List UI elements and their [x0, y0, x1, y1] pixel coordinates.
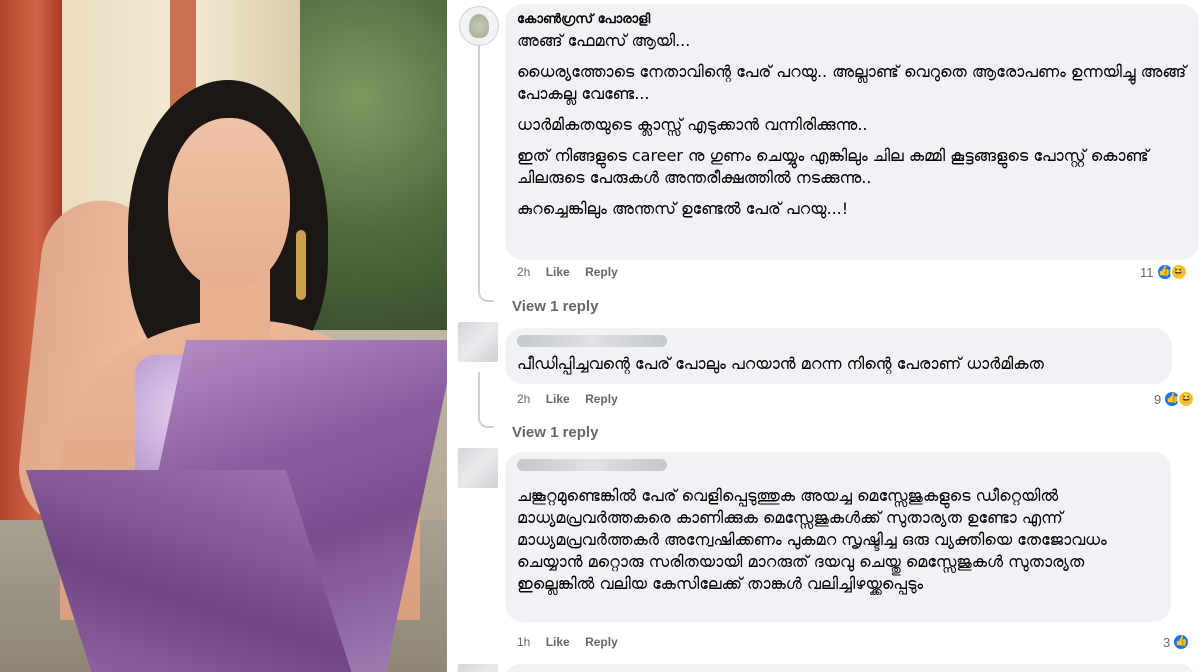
- comment-author-redacted: [517, 459, 667, 471]
- thumbs-up-icon: 👍: [1172, 633, 1191, 651]
- commenter-avatar[interactable]: [458, 322, 498, 362]
- like-button[interactable]: Like: [546, 392, 570, 406]
- reaction-count: 11: [1140, 264, 1154, 280]
- comment-paragraph: ഇത് നിങ്ങളുടെ career നു ഗുണം ചെയ്യും എങ്…: [517, 146, 1149, 187]
- comment-bubble: കോൺഗ്രസ് പോരാളി അങ്ങ് ഫേമസ് ആയി... ധൈര്യ…: [505, 4, 1199, 260]
- comment-bubble: ചങ്കൂറ്റമുണ്ടെങ്കിൽ പേര് വെളിപ്പെടുത്തുക…: [505, 452, 1171, 622]
- post-photo[interactable]: [0, 0, 447, 672]
- comment-meta: 2h Like Reply: [517, 392, 630, 406]
- reply-connector-2: [478, 414, 494, 428]
- comment-paragraph: പീഡിപ്പിച്ചവന്റെ പേര് പോലും പറയാൻ മറന്ന …: [517, 354, 1044, 373]
- laughing-face-icon: 😆: [1169, 263, 1188, 281]
- like-button[interactable]: Like: [546, 635, 570, 649]
- comment-paragraph: കുറച്ചെങ്കിലും അന്തസ് ഉണ്ടേൽ പേര് പറയു..…: [517, 199, 849, 218]
- comment-meta: 2h Like Reply: [517, 265, 630, 279]
- comment-paragraph: അങ്ങ് ഫേമസ് ആയി...: [517, 31, 691, 50]
- comment-text: പീഡിപ്പിച്ചവന്റെ പേര് പോലും പറയാൻ മറന്ന …: [517, 353, 1160, 375]
- comment-paragraph: ധാർമികതയുടെ ക്ലാസ്സ് എടുക്കാൻ വന്നിരിക്ക…: [517, 115, 868, 134]
- reaction-count: 3: [1163, 634, 1171, 650]
- comment-paragraph: ചങ്കൂറ്റമുണ്ടെങ്കിൽ പേര് വെളിപ്പെടുത്തുക…: [517, 486, 1107, 593]
- comment-meta: 1h Like Reply: [517, 635, 630, 649]
- view-replies-link[interactable]: View 1 reply: [512, 298, 598, 315]
- reply-button[interactable]: Reply: [585, 392, 618, 406]
- reply-button[interactable]: Reply: [585, 265, 618, 279]
- reply-button[interactable]: Reply: [585, 635, 618, 649]
- comment-author-redacted: [517, 335, 667, 347]
- comment-text: ചങ്കൂറ്റമുണ്ടെങ്കിൽ പേര് വെളിപ്പെടുത്തുക…: [517, 485, 1157, 595]
- reaction-count: 9: [1154, 391, 1162, 407]
- comment-text: അങ്ങ് ഫേമസ് ആയി... ധൈര്യത്തോടെ നേതാവിന്റ…: [517, 30, 1187, 220]
- laughing-face-icon: 😆: [1177, 390, 1196, 408]
- photo-earring: [296, 230, 306, 300]
- comment-bubble: പീഡിപ്പിച്ചവന്റെ പേര് പോലും പറയാൻ മറന്ന …: [505, 328, 1172, 384]
- commenter-avatar-partial[interactable]: [458, 664, 498, 672]
- reply-connector-1: [478, 288, 494, 302]
- reaction-summary[interactable]: 9 👍 😆: [1154, 390, 1196, 408]
- reaction-summary[interactable]: 11 👍 😆: [1140, 263, 1188, 281]
- comment-paragraph: ധൈര്യത്തോടെ നേതാവിന്റെ പേര് പറയു.. അല്ലാ…: [517, 62, 1187, 103]
- reaction-summary[interactable]: 3 👍: [1163, 633, 1191, 651]
- comment-author[interactable]: കോൺഗ്രസ് പോരാളി: [517, 12, 1187, 27]
- like-button[interactable]: Like: [546, 265, 570, 279]
- thread-line-1: [478, 46, 480, 294]
- commenter-avatar[interactable]: [459, 6, 499, 46]
- comment-timestamp[interactable]: 1h: [517, 635, 530, 649]
- comments-panel: കോൺഗ്രസ് പോരാളി അങ്ങ് ഫേമസ് ആയി... ധൈര്യ…: [447, 0, 1200, 672]
- comment-timestamp[interactable]: 2h: [517, 392, 530, 406]
- view-replies-link[interactable]: View 1 reply: [512, 424, 598, 441]
- comment-bubble-partial: [505, 664, 1195, 672]
- commenter-avatar[interactable]: [458, 448, 498, 488]
- thread-line-2: [478, 372, 480, 420]
- photo-face: [168, 118, 290, 288]
- comment-timestamp[interactable]: 2h: [517, 265, 530, 279]
